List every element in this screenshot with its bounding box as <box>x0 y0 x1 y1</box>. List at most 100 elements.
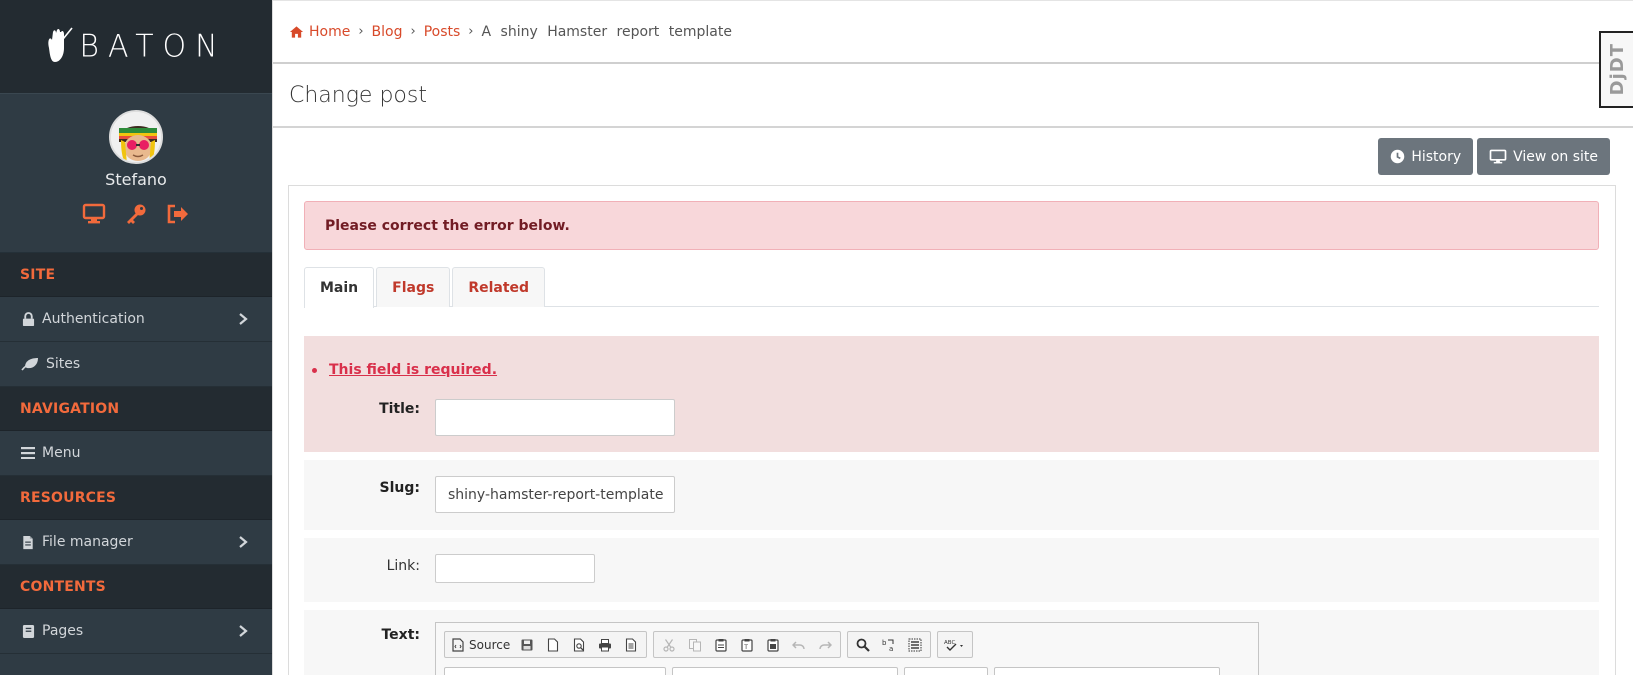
templates-button[interactable] <box>620 634 642 656</box>
preview-button[interactable] <box>568 634 590 656</box>
title-error-message: This field is required. <box>329 362 498 378</box>
svg-text:T: T <box>743 644 748 651</box>
size-combo[interactable] <box>994 667 1220 675</box>
sidebar-item-label: Pages <box>42 623 84 639</box>
user-actions <box>82 203 190 225</box>
breadcrumb-home[interactable]: Home <box>309 24 350 40</box>
breadcrumb-current: A shiny Hamster report template <box>481 23 732 40</box>
breadcrumb-blog[interactable]: Blog <box>372 24 403 40</box>
lock-icon <box>20 311 36 327</box>
form-row-text: Text: Source T b a ABC <box>304 610 1599 675</box>
slug-label: Slug: <box>379 480 420 496</box>
new-page-button[interactable] <box>542 634 564 656</box>
sidebar-item-authentication[interactable]: Authentication <box>0 297 272 342</box>
toolbar-group-editing: ba <box>847 631 932 658</box>
brand-text: BATON <box>79 28 227 65</box>
sidebar-item-file-manager[interactable]: File manager <box>0 520 272 565</box>
view-on-site-label: View on site <box>1513 148 1598 165</box>
paste-text-button[interactable]: T <box>736 634 758 656</box>
source-icon <box>452 637 464 652</box>
slug-input[interactable]: shiny-hamster-report-template <box>435 476 675 513</box>
source-button[interactable]: Source <box>449 634 512 656</box>
paste-word-icon <box>767 638 779 652</box>
link-label: Link: <box>386 558 420 574</box>
paste-button[interactable] <box>710 634 732 656</box>
breadcrumb-separator: › <box>358 24 364 39</box>
user-name: Stefano <box>105 170 167 189</box>
page-title: Change post <box>273 64 1633 128</box>
chevron-right-icon <box>239 536 248 548</box>
find-button[interactable] <box>852 634 874 656</box>
chevron-right-icon <box>239 625 248 637</box>
undo-button[interactable] <box>788 634 810 656</box>
svg-text:a: a <box>889 645 893 652</box>
paste-text-icon: T <box>741 638 753 652</box>
section-title-contents: CONTENTS <box>0 565 272 609</box>
tab-main[interactable]: Main <box>304 267 375 308</box>
object-tools: History View on site <box>1378 138 1610 175</box>
clock-icon <box>1391 149 1405 164</box>
format-combo[interactable] <box>672 667 898 675</box>
change-form: Please correct the error below. Main Fla… <box>288 185 1616 675</box>
avatar[interactable] <box>109 110 163 164</box>
toolbar-group-document: Source <box>444 631 648 658</box>
replace-button[interactable]: ba <box>878 634 900 656</box>
title-input[interactable] <box>435 399 675 436</box>
undo-icon <box>792 640 805 649</box>
copy-button[interactable] <box>684 634 706 656</box>
tab-flags[interactable]: Flags <box>376 267 451 307</box>
title-error-list: This field is required. <box>312 362 497 378</box>
breadcrumb-separator: › <box>468 24 474 39</box>
error-bullet <box>312 367 317 373</box>
error-note: Please correct the error below. <box>304 201 1599 250</box>
sidebar-item-pages[interactable]: Pages <box>0 609 272 654</box>
link-input[interactable] <box>435 554 595 583</box>
sidebar-item-label: Authentication <box>42 311 145 327</box>
form-row-slug: Slug: shiny-hamster-report-template <box>304 460 1599 530</box>
key-icon[interactable] <box>124 203 148 225</box>
debug-toolbar-label: DjDT <box>1606 43 1628 96</box>
source-label: Source <box>469 637 511 652</box>
copy-icon <box>689 638 702 651</box>
title-label: Title: <box>379 401 420 417</box>
desktop-icon[interactable] <box>82 203 106 225</box>
save-button[interactable] <box>516 634 538 656</box>
sidebar-item-label: Menu <box>42 445 81 461</box>
view-on-site-button[interactable]: View on site <box>1477 138 1610 175</box>
file-icon <box>20 534 36 550</box>
brand-logo[interactable]: BATON <box>0 0 272 93</box>
find-icon <box>856 638 870 652</box>
history-label: History <box>1411 148 1462 165</box>
cut-button[interactable] <box>658 634 680 656</box>
spellcheck-button[interactable]: ABC <box>942 634 968 656</box>
toolbar-group-clipboard: T <box>653 631 842 658</box>
sidebar-item-sites[interactable]: Sites <box>0 342 272 387</box>
sign-out-icon[interactable] <box>166 203 190 225</box>
paste-word-button[interactable] <box>762 634 784 656</box>
styles-combo[interactable] <box>444 667 666 675</box>
avatar-image <box>111 112 161 162</box>
section-title-navigation: NAVIGATION <box>0 387 272 431</box>
save-icon <box>521 639 533 650</box>
debug-toolbar-handle[interactable]: DjDT <box>1599 31 1633 108</box>
print-button[interactable] <box>594 634 616 656</box>
chevron-right-icon <box>239 313 248 325</box>
redo-button[interactable] <box>814 634 836 656</box>
leaf-icon <box>20 356 40 372</box>
select-all-icon <box>908 638 922 651</box>
breadcrumb: Home › Blog › Posts › A shiny Hamster re… <box>273 0 1633 64</box>
breadcrumb-posts[interactable]: Posts <box>424 24 461 40</box>
preview-icon <box>574 637 585 652</box>
history-button[interactable]: History <box>1378 138 1474 175</box>
tab-related[interactable]: Related <box>452 267 546 307</box>
sidebar: BATON Stefano SITE Authentication Sites … <box>0 0 272 675</box>
user-box: Stefano <box>0 93 272 253</box>
select-all-button[interactable] <box>904 634 926 656</box>
sidebar-item-menu[interactable]: Menu <box>0 431 272 476</box>
rich-text-editor: Source T b a ABC <box>435 622 1259 675</box>
font-combo[interactable] <box>904 667 988 675</box>
tab-bar: Main Flags Related <box>304 267 1599 308</box>
desktop-icon <box>1489 149 1507 164</box>
replace-icon: ba <box>882 639 894 652</box>
editor-combo-row <box>444 667 1220 675</box>
